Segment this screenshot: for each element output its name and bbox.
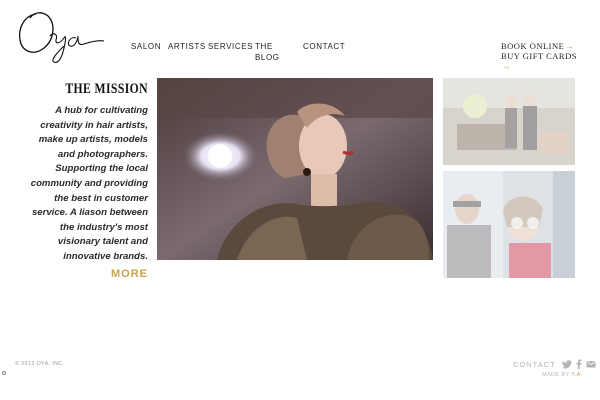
nav-item-the-blog[interactable]: THE BLOG: [255, 41, 285, 63]
oya-logo[interactable]: [14, 6, 106, 68]
group-photo-icon: [443, 78, 575, 165]
facebook-icon[interactable]: [574, 359, 584, 369]
made-by-prefix: MADE BY: [542, 372, 570, 378]
gift-cards-label: BUY GIFT CARDS: [501, 51, 577, 61]
footer-contact-link[interactable]: CONTACT: [513, 360, 556, 369]
made-by-name[interactable]: Y.A: [571, 372, 580, 378]
footer-links: CONTACT: [513, 359, 598, 369]
more-link[interactable]: MORE: [20, 268, 148, 280]
buy-gift-cards-link[interactable]: BUY GIFT CARDS →: [501, 51, 577, 71]
nav-item-contact[interactable]: CONTACT: [303, 41, 345, 52]
email-icon[interactable]: [585, 359, 596, 369]
mission-section: THE MISSION A hub for cultivating creati…: [20, 80, 148, 280]
copyright-text: © 2013 OYA, INC.: [15, 361, 65, 367]
mission-title: THE MISSION: [65, 81, 148, 97]
arrow-right-icon: →: [565, 41, 575, 51]
made-by-credit: MADE BY Y.A: [542, 372, 581, 378]
nav-item-services[interactable]: SERVICES: [208, 41, 253, 52]
arrow-right-icon: →: [502, 61, 511, 71]
circle-icon: [2, 371, 6, 375]
thumbnail-photo-1[interactable]: [443, 78, 575, 165]
couple-car-photo-icon: [443, 171, 575, 278]
thumbnail-photo-2[interactable]: [443, 171, 575, 278]
mission-text: A hub for cultivating creativity in hair…: [30, 105, 148, 262]
book-online-label: BOOK ONLINE: [501, 41, 565, 51]
top-links: BOOK ONLINE→ BUY GIFT CARDS →: [501, 41, 577, 71]
nav-item-artists[interactable]: ARTISTS: [168, 41, 206, 52]
fashion-model-photo-icon: [157, 78, 433, 260]
nav-item-salon[interactable]: SALON: [131, 41, 161, 52]
oya-script-logo-icon: [18, 12, 105, 63]
featured-photo[interactable]: [157, 78, 433, 260]
twitter-icon[interactable]: [561, 359, 572, 369]
book-online-link[interactable]: BOOK ONLINE→: [501, 41, 577, 51]
